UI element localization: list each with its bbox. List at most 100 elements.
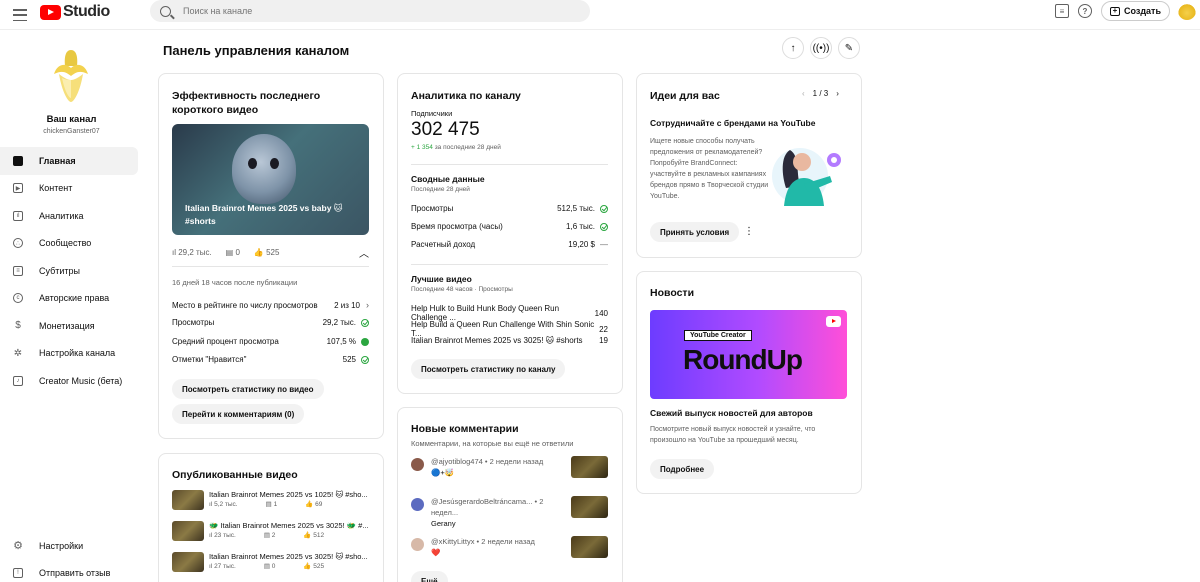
card-title: Новости	[650, 287, 695, 299]
chevron-right-icon: ›	[366, 300, 369, 310]
thumbnail-title: Italian Brainrot Memes 2025 vs baby 🐱 #s…	[185, 203, 343, 226]
up-arrow-icon	[361, 337, 369, 346]
ideas-pager: ‹ 1 / 3 ›	[802, 89, 839, 98]
sidebar-item-creator-music[interactable]: ♪ Creator Music (бета)	[0, 367, 143, 395]
go-to-comments-button[interactable]: Перейти к комментариям (0)	[172, 404, 305, 424]
sidebar-item-content[interactable]: ▶ Контент	[0, 175, 143, 203]
view-video-stats-button[interactable]: Посмотреть статистику по видео	[172, 379, 324, 399]
summary-row-watchtime: Время просмотра (часы) 1,6 тыс.	[411, 222, 608, 231]
studio-logo[interactable]: Studio	[40, 3, 110, 21]
commenter-avatar	[411, 498, 424, 511]
next-icon[interactable]: ›	[836, 89, 839, 98]
news-banner[interactable]: YouTube Creator RoundUp	[650, 310, 847, 399]
views-row: Просмотры 29,2 тыс.	[172, 318, 369, 327]
music-icon: ♪	[13, 375, 23, 386]
copyright-icon: c	[13, 293, 23, 304]
community-icon: ∴	[13, 238, 23, 249]
sidebar-item-settings[interactable]: ⚙ Настройки	[0, 532, 143, 560]
channel-analytics-card: Аналитика по каналу Подписчики 302 475 +…	[397, 73, 623, 394]
more-options-icon[interactable]: ⋮	[744, 226, 754, 237]
sidebar-item-feedback[interactable]: ! Отправить отзыв	[0, 560, 143, 582]
published-video-row[interactable]: Italian Brainrot Memes 2025 vs 1025! 🐱 #…	[172, 490, 368, 512]
edit-post-icon[interactable]: ✎	[838, 37, 860, 59]
comments-subtitle: Комментарии, на которые вы ещё не ответи…	[411, 439, 574, 448]
view-channel-stats-button[interactable]: Посмотреть статистику по каналу	[411, 359, 566, 379]
captions-icon[interactable]: ≡	[1054, 4, 1069, 18]
ideas-card: Идеи для вас ‹ 1 / 3 › Сотрудничайте с б…	[636, 73, 862, 258]
sidebar-item-analytics[interactable]: ıl Аналитика	[0, 202, 143, 230]
card-title: Аналитика по каналу	[411, 90, 521, 102]
sidebar-item-community[interactable]: ∴ Сообщество	[0, 230, 143, 258]
summary-title: Сводные данные	[411, 174, 485, 184]
search-input[interactable]	[183, 6, 563, 16]
live-icon[interactable]: ((•))	[810, 37, 832, 59]
ideas-body: Ищете новые способы получать предложения…	[650, 138, 769, 200]
news-body: Посмотрите новый выпуск новостей и узнай…	[650, 426, 816, 444]
rank-row[interactable]: Место в рейтинге по числу просмотров 2 из…	[172, 300, 369, 310]
video-thumbnail	[571, 496, 608, 518]
sidebar-item-subtitles[interactable]: ≡ Субтитры	[0, 257, 143, 285]
search-bar[interactable]	[150, 0, 590, 22]
check-icon	[600, 204, 608, 213]
analytics-icon: ıl	[13, 210, 23, 221]
thumbnail-character	[232, 134, 296, 204]
account-avatar[interactable]	[1178, 2, 1196, 20]
dashboard-actions: ↑ ((•)) ✎	[782, 37, 866, 59]
summary-row-revenue: Расчетный доход 19,20 $ —	[411, 240, 608, 249]
new-comments-card: Новые комментарии Комментарии, на которы…	[397, 407, 623, 582]
comment-item[interactable]: @ajyotiblog474 • 2 недели назад 🔵+🤯	[411, 456, 608, 484]
sidebar-item-copyright[interactable]: c Авторские права	[0, 285, 143, 313]
read-more-button[interactable]: Подробнее	[650, 459, 715, 479]
commenter-avatar	[411, 458, 424, 471]
youtube-logo-icon	[40, 4, 61, 20]
news-subtitle: Свежий выпуск новостей для авторов	[650, 408, 813, 418]
short-stats: ıl 29,2 тыс. ▤ 0 👍 525 ︿	[172, 245, 369, 260]
card-title: Опубликованные видео	[172, 469, 298, 481]
card-title: Эффективность последнего короткого видео	[172, 90, 321, 116]
latest-short-card: Эффективность последнего короткого видео…	[158, 73, 384, 439]
video-thumbnail	[571, 536, 608, 558]
sidebar-bottom: ⚙ Настройки ! Отправить отзыв	[0, 532, 143, 582]
channel-label: Ваш канал	[46, 114, 97, 125]
dash-icon: —	[600, 240, 608, 249]
video-thumbnail	[571, 456, 608, 478]
sidebar-item-monetization[interactable]: $ Монетизация	[0, 312, 143, 340]
help-icon[interactable]: ?	[1077, 4, 1092, 18]
top-bar: Studio ≡ ? + Создать	[0, 0, 1200, 30]
create-button[interactable]: + Создать	[1100, 1, 1170, 21]
upload-icon[interactable]: ↑	[782, 37, 804, 59]
video-thumbnail	[172, 552, 204, 572]
news-card: Новости YouTube Creator RoundUp Свежий в…	[636, 271, 862, 494]
accept-terms-button[interactable]: Принять условия	[650, 222, 740, 242]
published-videos-card: Опубликованные видео Italian Brainrot Me…	[158, 453, 384, 582]
subscribers-delta: + 1 354 за последние 28 дней	[411, 144, 501, 151]
prev-icon[interactable]: ‹	[802, 89, 805, 98]
top-videos-period: Последние 48 часов · Просмотры	[411, 286, 513, 293]
sidebar-item-dashboard[interactable]: Главная	[0, 147, 138, 175]
youtube-play-icon	[826, 316, 841, 327]
channel-avatar[interactable]	[40, 44, 102, 106]
comment-item[interactable]: @JesúsgerardoBeltráncama... • 2 недел...…	[411, 496, 608, 528]
since-publish: 16 дней 18 часов после публикации	[172, 278, 298, 287]
likes-row: Отметки "Нравится" 525	[172, 355, 369, 364]
more-comments-button[interactable]: Ещё	[411, 571, 448, 582]
published-video-row[interactable]: 🐲 Italian Brainrot Memes 2025 vs 3025! 🐲…	[172, 521, 369, 543]
check-icon	[361, 318, 369, 327]
hamburger-menu-icon[interactable]	[12, 7, 28, 23]
dollar-icon: $	[15, 320, 21, 332]
dashboard-icon	[13, 155, 23, 166]
latest-short-thumbnail[interactable]: Italian Brainrot Memes 2025 vs baby 🐱 #s…	[172, 124, 369, 235]
sidebar-item-customization[interactable]: ✲ Настройка канала	[0, 340, 143, 368]
summary-period: Последние 28 дней	[411, 186, 470, 193]
sidebar-nav: Главная ▶ Контент ıl Аналитика ∴ Сообщество…	[0, 147, 143, 395]
card-title: Идеи для вас	[650, 90, 720, 102]
check-icon	[361, 355, 369, 364]
subscribers-label: Подписчики	[411, 109, 453, 118]
video-thumbnail	[172, 490, 204, 510]
comment-item[interactable]: @xKittyLittyx • 2 недели назад ❤️	[411, 536, 608, 564]
collapse-chevron-icon[interactable]: ︿	[359, 245, 369, 260]
card-title: Новые комментарии	[411, 423, 519, 435]
published-video-row[interactable]: Italian Brainrot Memes 2025 vs 3025! 🐱 #…	[172, 552, 368, 574]
commenter-avatar	[411, 538, 424, 551]
top-video-row[interactable]: Italian Brainrot Memes 2025 vs 3025! 🐱 #…	[411, 336, 608, 345]
